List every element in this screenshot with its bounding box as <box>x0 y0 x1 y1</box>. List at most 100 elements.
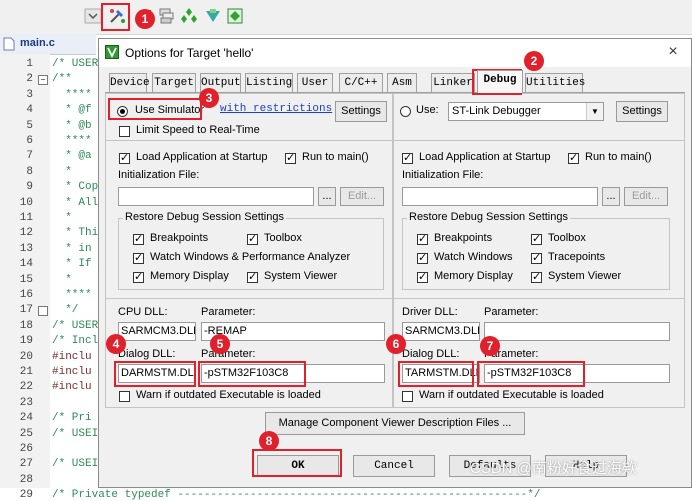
cpu-dll-input[interactable]: SARMCM3.DLL <box>118 322 196 341</box>
init-file-input[interactable] <box>118 187 314 206</box>
dialog-dll-label: Dialog DLL: <box>118 348 176 360</box>
fold-marker-icon[interactable] <box>38 306 48 317</box>
dialog-titlebar[interactable]: Options for Target 'hello' × <box>99 39 691 67</box>
tab-utilities[interactable]: Utilities <box>525 73 585 92</box>
init-file-input-right[interactable] <box>402 187 598 206</box>
dropdown-arrow-icon[interactable] <box>84 7 102 25</box>
code-line: /* USER <box>52 319 99 332</box>
memory-display-checkbox-right[interactable] <box>417 270 428 283</box>
toolbox-checkbox-right[interactable] <box>531 232 542 245</box>
line-number: 18 <box>19 319 33 332</box>
memory-display-checkbox[interactable] <box>133 270 144 283</box>
toolbox-checkbox[interactable] <box>247 232 258 245</box>
watch-windows-label-right: Watch Windows <box>434 251 513 263</box>
line-number: 28 <box>19 473 33 486</box>
file-tab-label: main.c <box>20 37 55 49</box>
driver-dll-param-input[interactable] <box>484 322 670 341</box>
tab-user[interactable]: User <box>297 73 333 92</box>
code-line: * All <box>52 196 99 209</box>
limit-speed-checkbox[interactable] <box>119 126 130 137</box>
run-to-main-label-right: Run to main() <box>585 151 652 163</box>
pack-installer-icon[interactable] <box>204 7 222 25</box>
code-line: /* USEI <box>52 458 99 471</box>
debugger-select-value: ST-Link Debugger <box>452 105 541 117</box>
line-number: 10 <box>19 196 33 209</box>
code-line: **** <box>52 289 92 301</box>
debugger-select[interactable]: ST-Link Debugger ▼ <box>448 102 604 121</box>
code-line: **** <box>52 135 92 147</box>
annotation-badge-4: 4 <box>106 334 126 354</box>
close-icon[interactable]: × <box>665 44 681 60</box>
system-viewer-checkbox-right[interactable] <box>531 270 542 283</box>
separator <box>106 298 392 299</box>
line-number: 5 <box>26 119 33 132</box>
tab-linker[interactable]: Linker <box>431 73 475 92</box>
code-line: * @f <box>52 104 92 117</box>
line-number-gutter: 1 2 3 4 5 6 7 8 9 10 11 12 13 14 15 16 17 18 19 20 21 22 23 24 2… <box>0 54 50 501</box>
use-debugger-radio[interactable] <box>400 106 411 117</box>
select-software-packs-icon[interactable] <box>226 7 244 25</box>
init-file-browse-button-right[interactable]: ... <box>602 187 620 206</box>
line-number: 4 <box>26 104 33 117</box>
warn-outdated-label-right: Warn if outdated Executable is loaded <box>419 389 604 401</box>
with-restrictions-link[interactable]: with restrictions <box>220 103 332 115</box>
code-line: #inclu <box>52 366 92 378</box>
init-file-browse-button[interactable]: ... <box>318 187 336 206</box>
c-file-icon <box>3 37 15 51</box>
run-to-main-checkbox[interactable] <box>285 151 296 164</box>
breakpoints-checkbox-right[interactable] <box>417 232 428 245</box>
tab-c-cpp[interactable]: C/C++ <box>339 73 383 92</box>
annotation-box-7 <box>477 361 585 387</box>
line-number: 15 <box>19 273 33 286</box>
separator <box>394 298 684 299</box>
tab-device[interactable]: Device <box>109 73 150 92</box>
code-line: **** <box>52 88 92 101</box>
annotation-box-4 <box>114 361 196 387</box>
keil-app-icon <box>105 45 119 59</box>
cancel-button[interactable]: Cancel <box>353 455 435 477</box>
manage-component-viewer-button[interactable]: Manage Component Viewer Description File… <box>265 412 525 435</box>
annotation-box-6 <box>398 361 474 387</box>
init-file-label-right: Initialization File: <box>402 169 484 181</box>
system-viewer-label-right: System Viewer <box>548 270 622 282</box>
driver-dll-input[interactable]: SARMCM3.DLL <box>402 322 480 341</box>
load-app-checkbox-right[interactable] <box>402 151 413 164</box>
annotation-badge-3: 3 <box>199 88 219 108</box>
code-line: * @b <box>52 119 92 132</box>
watch-windows-checkbox[interactable] <box>133 251 144 264</box>
debugger-settings-button[interactable]: Settings <box>616 101 668 122</box>
tab-debug[interactable]: Debug <box>477 70 523 93</box>
warn-outdated-checkbox[interactable] <box>119 391 130 402</box>
simulator-settings-button[interactable]: Settings <box>335 101 387 122</box>
tab-asm[interactable]: Asm <box>387 73 417 92</box>
code-line: /* Pri <box>52 412 92 425</box>
chevron-down-icon: ▼ <box>586 103 603 120</box>
breakpoints-checkbox[interactable] <box>133 232 144 245</box>
annotation-badge-8: 8 <box>259 431 279 451</box>
line-number: 13 <box>19 242 33 255</box>
tab-listing[interactable]: Listing <box>245 73 293 92</box>
init-file-edit-button-right[interactable]: Edit... <box>624 187 668 206</box>
run-to-main-checkbox-right[interactable] <box>568 151 579 164</box>
warn-outdated-checkbox-right[interactable] <box>402 391 413 402</box>
file-tab-main-c[interactable]: main.c <box>0 34 96 55</box>
manage-project-icon[interactable] <box>158 7 176 25</box>
breakpoints-label-right: Breakpoints <box>434 232 493 244</box>
restore-settings-group: Restore Debug Session Settings Breakpoin… <box>118 211 384 290</box>
annotation-box-5 <box>198 361 306 387</box>
separator <box>106 140 392 141</box>
line-number: 22 <box>19 381 33 394</box>
code-line: /** <box>52 73 72 86</box>
init-file-edit-button[interactable]: Edit... <box>340 187 384 206</box>
fold-marker-icon[interactable]: − <box>38 75 48 86</box>
tracepoints-checkbox[interactable] <box>531 251 542 264</box>
system-viewer-checkbox[interactable] <box>247 270 258 283</box>
load-app-checkbox[interactable] <box>119 151 130 164</box>
watch-windows-checkbox-right[interactable] <box>417 251 428 264</box>
line-number: 19 <box>19 335 33 348</box>
system-viewer-label: System Viewer <box>264 270 338 282</box>
tab-target[interactable]: Target <box>152 73 196 92</box>
code-line: * @a <box>52 150 92 163</box>
components-icon[interactable] <box>180 7 198 25</box>
line-number: 1 <box>26 58 33 70</box>
